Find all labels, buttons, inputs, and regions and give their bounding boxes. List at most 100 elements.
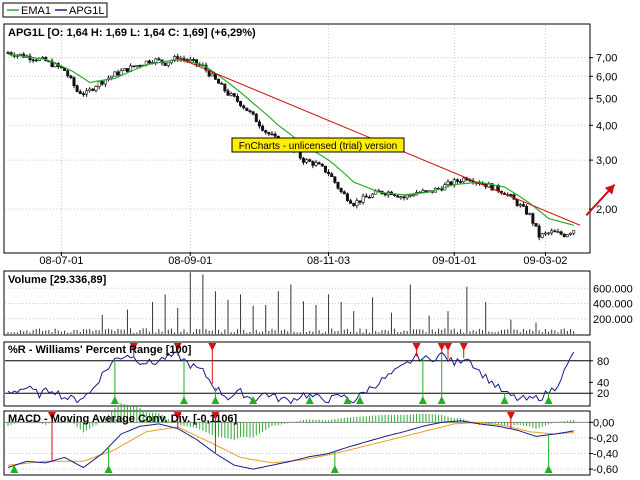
candle-body — [251, 111, 255, 115]
macd-tick-label: -0,60 — [593, 464, 618, 476]
candle-body — [569, 232, 573, 235]
candle-body — [311, 161, 315, 166]
candle-body — [393, 194, 397, 197]
date-tick-label: 08-11-03 — [307, 255, 350, 267]
candle-body — [349, 200, 353, 204]
candle-body — [75, 85, 79, 92]
candle-body — [19, 53, 23, 56]
candle-body — [85, 90, 89, 95]
candle-body — [358, 200, 362, 203]
candle-body — [188, 59, 192, 62]
candle-body — [323, 165, 327, 173]
trial-watermark: FnCharts - unlicensed (trial) version — [231, 137, 405, 153]
candle-body — [132, 65, 136, 68]
candle-body — [245, 107, 249, 112]
candle-body — [97, 81, 101, 87]
candle-body — [305, 159, 309, 163]
candle-body — [540, 233, 544, 238]
candle-body — [515, 199, 519, 206]
candle-body — [261, 125, 265, 131]
candle-body — [69, 75, 73, 78]
fncharts-window: EMA1 APG1L 2,00 3,00 4,00 5,00 6,00 7,00 08-07… — [0, 0, 640, 480]
candle-body — [138, 65, 142, 67]
volume-tick-label: 600.000 — [593, 283, 633, 295]
candle-body — [163, 62, 167, 66]
candle-body — [565, 234, 569, 238]
price-tick-label: 6,00 — [596, 71, 617, 83]
candle-body — [232, 93, 236, 97]
candle-body — [459, 181, 463, 183]
candle-body — [191, 59, 195, 61]
candle-body — [125, 68, 129, 72]
date-tick-label: 09-01-01 — [432, 255, 476, 267]
candle-body — [333, 176, 337, 183]
candle-body — [361, 195, 365, 203]
candle-body — [81, 93, 85, 95]
candle-body — [550, 230, 554, 234]
williams-tick-label: 20 — [597, 388, 609, 400]
candle-body — [270, 133, 274, 136]
candle-body — [113, 71, 117, 77]
price-tick-label: 3,00 — [596, 155, 617, 167]
candle-body — [229, 93, 233, 96]
price-tick-label: 2,00 — [596, 204, 617, 216]
candle-body — [531, 213, 535, 224]
candle-body — [543, 232, 547, 235]
candle-body — [534, 223, 538, 227]
candle-body — [217, 79, 221, 84]
candle-body — [213, 73, 217, 80]
candle-body — [110, 75, 114, 79]
candle-body — [327, 171, 331, 175]
candle-body — [371, 193, 375, 198]
candle-body — [273, 133, 277, 137]
legend-ema-label: EMA1 — [21, 5, 51, 17]
candle-body — [94, 86, 98, 91]
candle-body — [78, 91, 82, 94]
candle-body — [100, 81, 104, 85]
candle-body — [521, 204, 525, 207]
williams-tick-label: 40 — [597, 377, 609, 389]
candle-body — [528, 213, 532, 215]
price-tick-label: 4,00 — [596, 120, 617, 132]
candle-body — [411, 194, 415, 197]
legend: EMA1 APG1L — [2, 2, 108, 18]
candle-body — [308, 159, 312, 162]
candle-body — [402, 196, 406, 199]
candle-body — [34, 59, 38, 62]
price-tick-label: 5,00 — [596, 93, 617, 105]
candle-body — [147, 60, 151, 64]
candle-body — [31, 59, 35, 62]
candle-body — [248, 110, 252, 113]
candle-body — [462, 177, 466, 183]
candle-body — [135, 65, 139, 67]
price-tick-label: 7,00 — [596, 53, 617, 65]
candle-body — [547, 232, 551, 235]
candle-body — [509, 194, 513, 196]
candle-body — [235, 96, 239, 102]
candle-body — [264, 130, 268, 133]
candle-body — [421, 190, 425, 193]
candle-body — [154, 58, 158, 63]
candle-body — [518, 204, 522, 206]
candle-body — [116, 71, 120, 76]
candle-body — [220, 83, 224, 85]
candle-body — [408, 194, 412, 197]
macd-tick-label: -0,40 — [593, 449, 618, 461]
candle-body — [336, 182, 340, 189]
candle-body — [91, 88, 95, 91]
candle-body — [267, 132, 271, 135]
volume-tick-label: 200.000 — [593, 314, 633, 326]
date-tick-label: 08-09-01 — [168, 255, 212, 267]
volume-tick-label: 400.000 — [593, 299, 633, 311]
candle-body — [210, 73, 214, 77]
candle-body — [352, 203, 356, 207]
candle-body — [572, 230, 576, 234]
candle-body — [367, 196, 371, 199]
candle-body — [317, 162, 321, 165]
candle-body — [157, 58, 161, 61]
candle-body — [314, 162, 318, 166]
legend-apg1l-label: APG1L — [69, 5, 104, 17]
candle-body — [330, 173, 334, 178]
macd-panel-title: MACD - Moving Average Conv. Div. [-0,110… — [8, 413, 238, 425]
candle-body — [66, 70, 70, 77]
